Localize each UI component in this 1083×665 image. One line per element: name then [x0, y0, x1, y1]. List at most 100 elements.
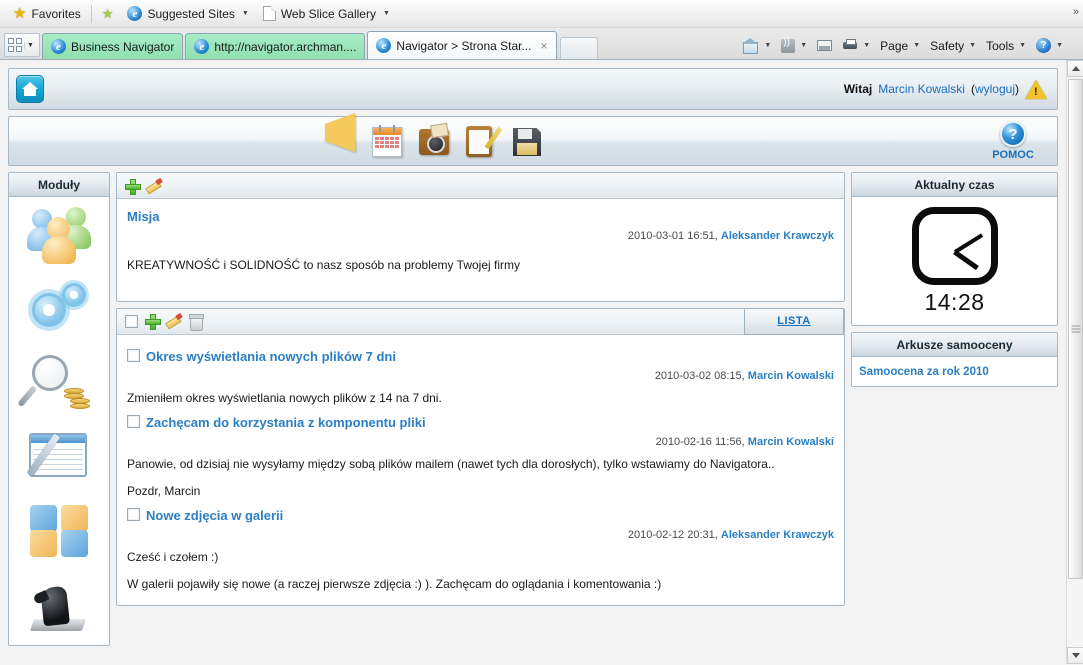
sidebar-item-components[interactable]	[26, 499, 92, 563]
news-item-date: 2010-02-16 11:56,	[655, 435, 745, 448]
warning-triangle-icon[interactable]	[1025, 79, 1047, 99]
page-menu-button[interactable]: Page ▼	[876, 37, 924, 55]
help-button[interactable]: ? POMOC	[983, 121, 1043, 161]
sidebar-item-finance-search[interactable]	[17, 351, 92, 415]
safety-menu-button[interactable]: Safety ▼	[926, 37, 980, 55]
list-view-button[interactable]: LISTA	[744, 307, 844, 335]
vertical-scrollbar[interactable]	[1066, 60, 1083, 664]
news-item-author[interactable]: Marcin Kowalski	[748, 370, 834, 382]
mission-card: Misja 2010-03-01 16:51, Aleksander Krawc…	[116, 172, 845, 302]
chevron-down-icon[interactable]: ▼	[24, 41, 36, 49]
news-item-author[interactable]: Marcin Kowalski	[748, 436, 834, 448]
calendar-icon[interactable]	[372, 124, 406, 158]
help-label: POMOC	[992, 149, 1034, 161]
mission-title[interactable]: Misja	[127, 209, 834, 224]
tools-menu-button[interactable]: Tools ▼	[982, 37, 1030, 55]
command-bar: ▼ ▼ ▼ Page ▼ Safety ▼ Tools ▼ ? ▼	[738, 36, 1083, 59]
add-icon[interactable]	[125, 178, 141, 195]
help-menu-button[interactable]: ? ▼	[1032, 36, 1067, 55]
news-item: Nowe zdjęcia w galerii 2010-02-12 20:31,…	[127, 506, 834, 593]
tab-bar: ▼ e Business Navigator e http://navigato…	[0, 28, 1083, 60]
favorites-button[interactable]: ★ Favorites	[6, 3, 88, 25]
scroll-up-button[interactable]	[1067, 60, 1083, 77]
chevron-down-icon: ▼	[382, 10, 390, 17]
clipboard-icon[interactable]	[466, 124, 500, 158]
add-to-favorites-bar-button[interactable]: ★	[95, 3, 121, 25]
tab-label: Navigator > Strona Star...	[396, 38, 532, 53]
suggested-sites-button[interactable]: e Suggested Sites ▼	[120, 3, 255, 25]
app-header: Witaj Marcin Kowalski (wyloguj)	[8, 68, 1058, 110]
select-all-checkbox[interactable]	[125, 314, 138, 328]
sidebar-item-spreadsheet[interactable]	[26, 425, 92, 489]
mission-date: 2010-03-01 16:51,	[627, 230, 718, 242]
scrollbar-thumb[interactable]	[1068, 79, 1083, 579]
news-item-header: Nowe zdjęcia w galerii	[127, 506, 834, 523]
news-item-title-link[interactable]: Okres wyświetlania nowych plików 7 dni	[146, 349, 396, 364]
print-icon	[842, 39, 858, 52]
mission-text: KREATYWNOŚĆ i SOLIDNOŚĆ to nasz sposób n…	[127, 258, 521, 272]
news-item-title[interactable]: Okres wyświetlania nowych plików 7 dni	[146, 349, 396, 364]
home-button[interactable]: ▼	[738, 36, 775, 55]
scrollbar-track[interactable]	[1067, 77, 1083, 647]
web-slice-gallery-button[interactable]: Web Slice Gallery ▼	[256, 3, 397, 25]
news-item-checkbox[interactable]	[127, 348, 140, 362]
news-item-title-link[interactable]: Zachęcam do korzystania z komponentu pli…	[146, 415, 426, 430]
chevron-down-icon[interactable]: ▼	[800, 42, 807, 49]
sidebar-item-users[interactable]	[26, 203, 92, 267]
add-favorite-icon: ★	[101, 6, 114, 21]
mission-title-link[interactable]: Misja	[127, 209, 160, 224]
news-item-author[interactable]: Aleksander Krawczyk	[721, 529, 834, 541]
logout-link[interactable]: wyloguj	[975, 82, 1015, 96]
news-item-meta: 2010-02-12 20:31, Aleksander Krawczyk	[127, 529, 834, 541]
question-mark-icon: ?	[1000, 121, 1026, 147]
mail-button[interactable]	[813, 38, 836, 53]
camera-icon[interactable]	[419, 124, 453, 158]
app-toolbar: ? POMOC	[8, 113, 1058, 166]
edit-icon[interactable]	[146, 179, 162, 193]
tab-business-navigator[interactable]: e Business Navigator	[41, 33, 184, 59]
news-item-header: Zachęcam do korzystania z komponentu pli…	[127, 413, 834, 430]
chevron-down-icon[interactable]: ▼	[863, 42, 870, 49]
close-icon[interactable]: ×	[540, 39, 547, 53]
news-item-meta: 2010-03-02 08:15, Marcin Kowalski	[127, 370, 834, 382]
selfeval-link[interactable]: Samoocena za rok 2010	[859, 366, 989, 378]
app-home-button[interactable]	[16, 75, 44, 103]
floppy-disk-icon[interactable]	[513, 124, 547, 158]
chevron-down-icon: ▼	[241, 10, 249, 17]
mission-body: Misja 2010-03-01 16:51, Aleksander Krawc…	[117, 199, 844, 301]
greeting-label: Witaj	[843, 82, 873, 96]
tab-navigator-url[interactable]: e http://navigator.archman....	[185, 33, 366, 59]
news-item-checkbox[interactable]	[127, 414, 140, 428]
add-icon[interactable]	[145, 314, 161, 331]
news-item-title[interactable]: Nowe zdjęcia w galerii	[146, 508, 283, 523]
news-item-header: Okres wyświetlania nowych plików 7 dni	[127, 347, 834, 364]
news-item-checkbox[interactable]	[127, 507, 140, 521]
news-item-title-link[interactable]: Nowe zdjęcia w galerii	[146, 508, 283, 523]
sidebar-item-settings[interactable]	[26, 277, 92, 341]
print-button[interactable]: ▼	[838, 37, 874, 54]
list-view-label[interactable]: LISTA	[777, 315, 810, 327]
chevron-down-icon[interactable]: ▼	[764, 42, 771, 49]
mission-author[interactable]: Aleksander Krawczyk	[721, 230, 834, 242]
sidebar-item-strategy[interactable]	[26, 573, 92, 637]
selfeval-body: Samoocena za rok 2010	[852, 357, 1057, 386]
scroll-down-button[interactable]	[1067, 647, 1083, 664]
tab-navigator-strona-startowa[interactable]: e Navigator > Strona Star... ×	[367, 31, 557, 59]
clock-time: 14:28	[924, 288, 985, 315]
page-viewport: Witaj Marcin Kowalski (wyloguj) ? POMOC	[0, 60, 1083, 664]
delete-icon[interactable]	[189, 313, 204, 331]
edit-icon[interactable]	[166, 314, 182, 328]
selfeval-panel: Arkusze samooceny Samoocena za rok 2010	[851, 332, 1058, 387]
megaphone-icon[interactable]	[325, 113, 359, 158]
selfeval-title: Arkusze samooceny	[852, 333, 1057, 357]
overflow-chevron-icon[interactable]: »	[1073, 6, 1079, 18]
help-icon: ?	[1036, 38, 1052, 53]
news-item-title[interactable]: Zachęcam do korzystania z komponentu pli…	[146, 415, 426, 430]
mail-icon	[817, 40, 833, 51]
clock-icon	[911, 206, 998, 285]
tools-menu-label: Tools	[986, 38, 1015, 53]
new-tab-button[interactable]	[559, 37, 598, 59]
feeds-button[interactable]: ▼	[777, 37, 811, 55]
quick-tabs-button[interactable]: ▼	[4, 33, 40, 57]
news-toolbar: LISTA	[117, 307, 844, 335]
